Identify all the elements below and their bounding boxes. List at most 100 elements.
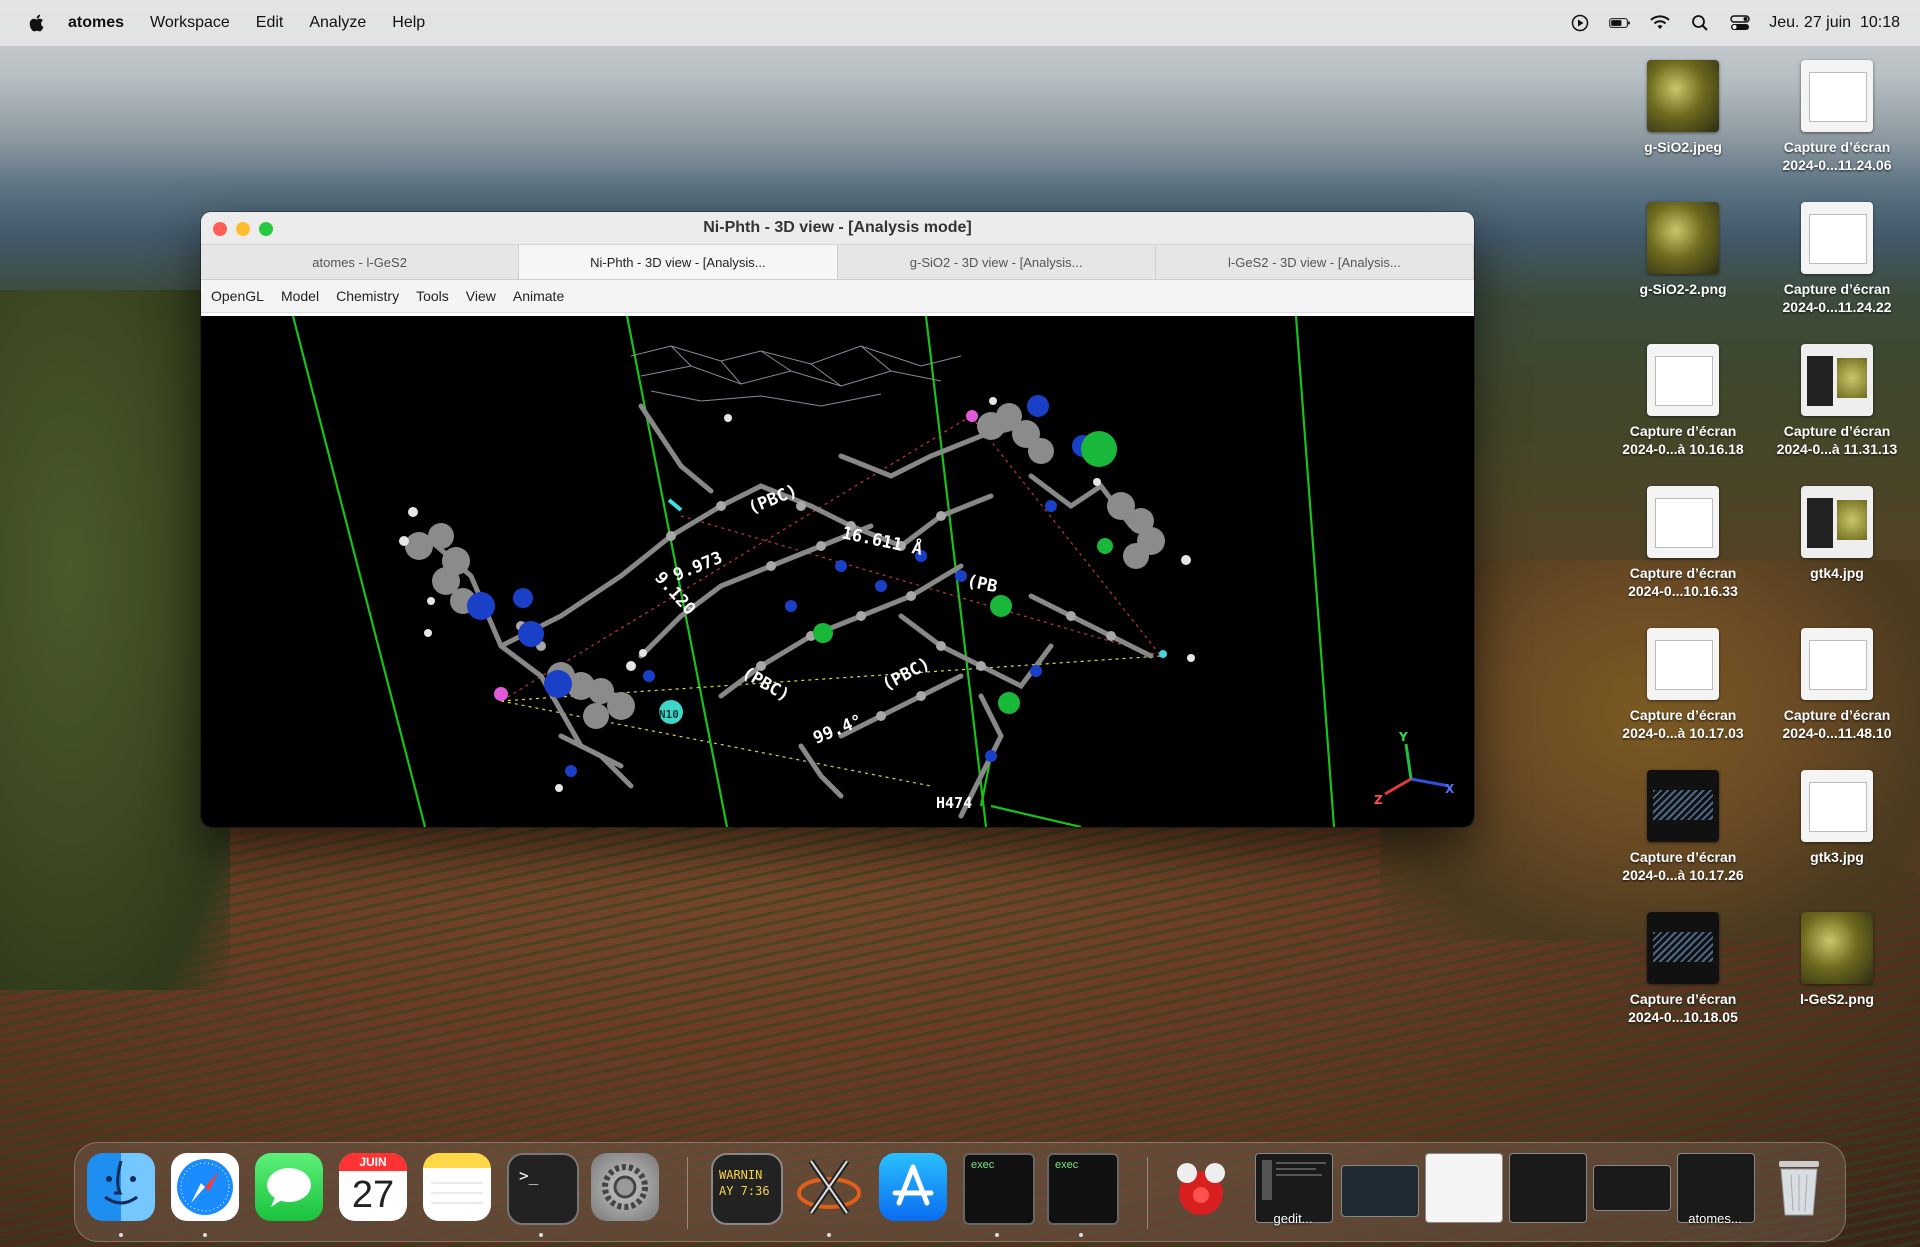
file-name-line2: 2024-0...à 10.17.26 — [1622, 867, 1744, 883]
minimized-safari-window[interactable] — [1341, 1165, 1419, 1217]
console-line-2: AY 7:36 — [719, 1184, 770, 1198]
finder-icon[interactable] — [87, 1153, 155, 1221]
menu-chemistry[interactable]: Chemistry — [336, 288, 399, 304]
safari-running-dot — [203, 1233, 207, 1237]
atomes-window[interactable]: Ni-Phth - 3D view - [Analysis mode] atom… — [201, 212, 1474, 827]
desktop-file-icon[interactable]: g-SiO2-2.png — [1608, 202, 1758, 298]
app-store-icon[interactable] — [879, 1153, 947, 1221]
file-thumbnail — [1647, 912, 1719, 984]
menu-help[interactable]: Help — [392, 14, 425, 32]
menu-workspace[interactable]: Workspace — [150, 14, 230, 32]
view-menu-bar: OpenGL Model Chemistry Tools View Animat… — [201, 280, 1474, 313]
desktop-file-icon[interactable]: Capture d’écran 2024-0...11.48.10 — [1762, 628, 1912, 742]
exec-window-2[interactable]: exec — [1047, 1153, 1119, 1225]
desktop-file-icon[interactable]: Capture d’écran 2024-0...10.16.33 — [1608, 486, 1758, 600]
tab-ni-phth-3d[interactable]: Ni-Phth - 3D view - [Analysis... — [519, 245, 838, 279]
control-center-icon[interactable] — [1729, 13, 1751, 33]
atoms-nitrogen — [467, 395, 1094, 777]
console-icon[interactable]: WARNIN AY 7:36 — [711, 1153, 783, 1225]
file-name: Capture d’écran — [1783, 423, 1891, 439]
minimized-terminal-window[interactable] — [1509, 1153, 1587, 1223]
file-thumbnail — [1801, 202, 1873, 274]
file-thumbnail — [1801, 344, 1873, 416]
menu-model[interactable]: Model — [281, 288, 319, 304]
molecule-render[interactable]: 16.611 Å (PBC) (PBC) (PBC) (PB 99.4° 9.9… — [201, 315, 1474, 827]
tab-atomes-lges2[interactable]: atomes - l-GeS2 — [201, 245, 520, 279]
file-name: gtk3.jpg — [1810, 849, 1864, 865]
tab-l-ges2-3d[interactable]: l-GeS2 - 3D view - [Analysis... — [1156, 245, 1474, 279]
menu-tools[interactable]: Tools — [416, 288, 449, 304]
file-thumbnail — [1647, 202, 1719, 274]
desktop-file-icon[interactable]: Capture d’écran 2024-0...à 10.17.26 — [1608, 770, 1758, 884]
label-pbc-1: (PBC) — [745, 481, 800, 519]
file-name-line2: 2024-0...10.18.05 — [1628, 1009, 1738, 1025]
desktop-file-icon[interactable]: Capture d’écran 2024-0...10.18.05 — [1608, 912, 1758, 1026]
menu-analyze[interactable]: Analyze — [309, 14, 366, 32]
desktop-file-icon[interactable]: gtk4.jpg — [1762, 486, 1912, 582]
cyan-bond — [667, 498, 683, 512]
atomes-window-label: atomes... — [1688, 1211, 1742, 1226]
window-title: Ni-Phth - 3D view - [Analysis mode] — [703, 219, 972, 236]
file-name: Capture d’écran — [1629, 565, 1737, 581]
spotlight-search-icon[interactable] — [1689, 13, 1711, 33]
close-button[interactable] — [213, 222, 227, 236]
atomes-app-icon[interactable] — [1167, 1153, 1235, 1221]
safari-icon[interactable] — [171, 1153, 239, 1221]
desktop-file-icon[interactable]: l-GeS2.png — [1762, 912, 1912, 1008]
calendar-icon[interactable]: JUIN 27 — [339, 1153, 407, 1221]
atom-magenta-2 — [966, 410, 978, 422]
menu-animate[interactable]: Animate — [513, 288, 564, 304]
window-titlebar[interactable]: Ni-Phth - 3D view - [Analysis mode] — [201, 212, 1474, 245]
wallpaper-trees — [0, 290, 230, 990]
menu-opengl[interactable]: OpenGL — [211, 288, 264, 304]
xquartz-icon[interactable] — [795, 1153, 863, 1221]
menu-view[interactable]: View — [466, 288, 496, 304]
file-name-line2: 2024-0...à 10.16.18 — [1622, 441, 1744, 457]
axis-x-label: X — [1445, 782, 1455, 796]
zoom-button[interactable] — [259, 222, 273, 236]
file-name-line2: 2024-0...à 11.31.13 — [1776, 441, 1898, 457]
minimized-document-window[interactable] — [1425, 1153, 1503, 1223]
notes-icon[interactable] — [423, 1153, 491, 1221]
desktop-file-icon[interactable]: Capture d’écran 2024-0...à 11.31.13 — [1762, 344, 1912, 458]
desktop-file-icon[interactable]: g-SiO2.jpeg — [1608, 60, 1758, 156]
file-thumbnail — [1647, 344, 1719, 416]
tab-g-sio2-3d[interactable]: g-SiO2 - 3D view - [Analysis... — [838, 245, 1156, 279]
file-name: l-GeS2.png — [1800, 991, 1874, 1007]
file-name-line2: 2024-0...11.24.06 — [1782, 157, 1892, 173]
desktop-file-icon[interactable]: Capture d’écran 2024-0...à 10.16.18 — [1608, 344, 1758, 458]
trash-icon[interactable] — [1765, 1153, 1833, 1221]
menu-edit[interactable]: Edit — [256, 14, 284, 32]
exec-window-1[interactable]: exec — [963, 1153, 1035, 1225]
wifi-icon[interactable] — [1649, 13, 1671, 33]
file-name: Capture d’écran — [1629, 707, 1737, 723]
file-name: g-SiO2.jpeg — [1644, 139, 1722, 155]
label-pbc-2: (PBC) — [739, 663, 793, 706]
terminal-icon[interactable]: >_ — [507, 1153, 579, 1225]
file-name: Capture d’écran — [1783, 707, 1891, 723]
desktop-file-icon[interactable]: Capture d’écran 2024-0...11.24.06 — [1762, 60, 1912, 174]
desktop-file-icon[interactable]: Capture d’écran 2024-0...11.24.22 — [1762, 202, 1912, 316]
exec-2-running-dot — [1079, 1233, 1083, 1237]
menu-app-name[interactable]: atomes — [68, 14, 124, 32]
menu-clock[interactable]: Jeu. 27 juin 10:18 — [1769, 14, 1900, 32]
minimized-terminal-window-2[interactable] — [1593, 1165, 1671, 1211]
battery-icon[interactable] — [1609, 13, 1631, 33]
file-thumbnail — [1801, 770, 1873, 842]
system-settings-icon[interactable] — [591, 1153, 659, 1221]
file-name: Capture d’écran — [1629, 991, 1737, 1007]
calendar-month: JUIN — [339, 1153, 407, 1171]
desktop-file-icon[interactable]: gtk3.jpg — [1762, 770, 1912, 866]
desktop-file-icon[interactable]: Capture d’écran 2024-0...à 10.17.03 — [1608, 628, 1758, 742]
file-thumbnail — [1801, 628, 1873, 700]
play-icon[interactable] — [1569, 13, 1591, 33]
messages-icon[interactable] — [255, 1153, 323, 1221]
apple-icon[interactable] — [26, 12, 48, 34]
file-name: Capture d’écran — [1629, 423, 1737, 439]
axis-z-label: Z — [1374, 793, 1383, 807]
minimize-button[interactable] — [236, 222, 250, 236]
label-value-1: 9.973 — [670, 548, 725, 586]
opengl-3d-canvas[interactable]: 16.611 Å (PBC) (PBC) (PBC) (PB 99.4° 9.9… — [201, 315, 1474, 827]
atom-magenta-1 — [494, 687, 508, 701]
label-distance-1: 16.611 Å — [840, 520, 925, 560]
